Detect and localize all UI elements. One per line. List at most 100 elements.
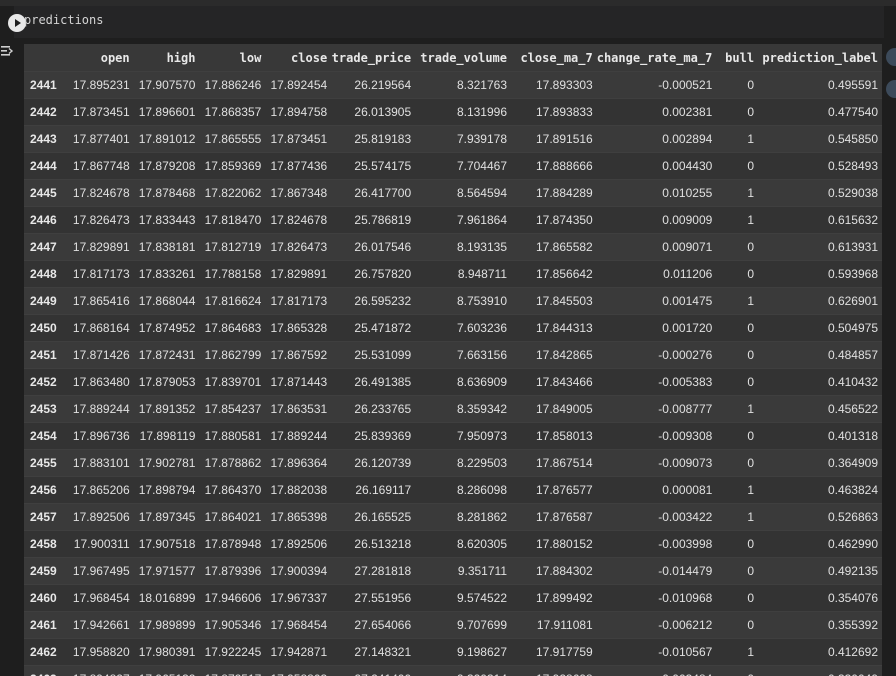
cell-trade-volume: 8.229503 [415,449,511,477]
column-header-open: open [65,44,134,72]
cell-close-ma-7: 17.899492 [511,584,597,612]
cell-open: 17.865206 [65,476,134,504]
row-index: 2460 [24,584,66,612]
cell-trade-volume: 8.753910 [415,287,511,315]
cell-high: 17.891352 [133,395,200,423]
cell-close-ma-7: 17.842865 [511,341,597,369]
row-index: 2443 [24,125,66,153]
cell-high: 17.902781 [133,449,200,477]
cell-trade-volume: 7.939178 [415,125,511,153]
cell-change-rate-ma-7: -0.003484 [596,665,717,676]
cell-open: 17.958820 [65,638,134,666]
cell-trade-volume: 8.281862 [415,503,511,531]
cell-low: 17.878948 [199,530,266,558]
cell-prediction-label: 0.615632 [758,206,882,234]
code-editor[interactable]: predictions [8,6,884,38]
cell-open: 17.868164 [65,314,134,342]
cell-trade-volume: 8.359342 [415,395,511,423]
cell-change-rate-ma-7: -0.009073 [596,449,717,477]
cell-trade-volume: 8.193135 [415,233,511,261]
cell-trade-volume: 8.636909 [415,368,511,396]
cell-trade-volume: 9.351711 [415,557,511,585]
cell-close: 17.867592 [265,341,332,369]
cell-trade-volume: 9.707699 [415,611,511,639]
cell-close: 17.894758 [265,98,332,126]
cell-high: 17.891012 [133,125,200,153]
cell-high: 17.878468 [133,179,200,207]
row-index: 2457 [24,503,66,531]
cell-change-rate-ma-7: -0.009308 [596,422,717,450]
column-header-high: high [133,44,200,72]
cell-prediction-label: 0.462990 [758,530,882,558]
output-dataframe: open high low close trade_price trade_volume c… [24,44,882,676]
cell-low: 17.816624 [199,287,266,315]
cell-low: 17.905346 [199,611,266,639]
cell-close: 17.958803 [265,665,332,676]
cell-trade-volume: 8.286098 [415,476,511,504]
cell-prediction-label: 0.626901 [758,287,882,315]
cell-open: 17.826473 [65,206,134,234]
cell-low: 17.880581 [199,422,266,450]
row-index: 2441 [24,71,66,99]
cell-high: 17.874952 [133,314,200,342]
cell-bull: 0 [716,152,759,180]
table-row: 2441 17.895231 17.907570 17.886246 17.892454… [24,71,882,99]
cell-high: 17.868044 [133,287,200,315]
cell-prediction-label: 0.504975 [758,314,882,342]
column-header-change-rate-ma-7: change_rate_ma_7 [596,44,717,72]
cell-close: 17.873451 [265,125,332,153]
cell-close-ma-7: 17.876577 [511,476,597,504]
cell-bull: 1 [716,503,759,531]
cell-close-ma-7: 17.888666 [511,152,597,180]
side-button[interactable] [886,48,896,66]
cell-change-rate-ma-7: 0.010255 [596,179,717,207]
side-button[interactable] [886,80,896,98]
cell-trade-price: 26.219564 [331,71,416,99]
cell-open: 17.871426 [65,341,134,369]
cell-close: 17.871443 [265,368,332,396]
row-index: 2451 [24,341,66,369]
code-cell[interactable]: predictions [0,6,896,38]
cell-prediction-label: 0.495591 [758,71,882,99]
cell-close: 17.967337 [265,584,332,612]
cell-change-rate-ma-7: -0.000521 [596,71,717,99]
row-index: 2462 [24,638,66,666]
row-index: 2458 [24,530,66,558]
cell-close: 17.882038 [265,476,332,504]
cell-bull: 1 [716,179,759,207]
cell-trade-volume: 8.131996 [415,98,511,126]
cell-bull: 0 [716,611,759,639]
cell-close: 17.817173 [265,287,332,315]
cell-bull: 0 [716,368,759,396]
output-menu-icon[interactable] [0,44,14,58]
cell-prediction-label: 0.545850 [758,125,882,153]
column-header-trade-price: trade_price [331,44,416,72]
cell-high: 17.897345 [133,503,200,531]
cell-low: 17.868357 [199,98,266,126]
cell-open: 17.873451 [65,98,134,126]
cell-prediction-label: 0.401318 [758,422,882,450]
cell-bull: 0 [716,584,759,612]
cell-close: 17.889244 [265,422,332,450]
table-row: 2448 17.817173 17.833261 17.788158 17.829891… [24,260,882,288]
row-index: 2450 [24,314,66,342]
cell-open: 17.900311 [65,530,134,558]
cell-close-ma-7: 17.928698 [511,665,597,676]
cell-change-rate-ma-7: -0.006212 [596,611,717,639]
cell-trade-price: 25.839369 [331,422,416,450]
cell-trade-price: 25.471872 [331,314,416,342]
cell-low: 17.839701 [199,368,266,396]
cell-close-ma-7: 17.856642 [511,260,597,288]
cell-trade-volume: 7.663156 [415,341,511,369]
cell-low: 17.865555 [199,125,266,153]
row-index: 2454 [24,422,66,450]
cell-trade-price: 27.654066 [331,611,416,639]
cell-low: 17.878862 [199,449,266,477]
cell-change-rate-ma-7: -0.010968 [596,584,717,612]
side-action-buttons[interactable] [886,48,896,118]
cell-bull: 1 [716,638,759,666]
cell-low: 17.859369 [199,152,266,180]
cell-trade-volume: 7.961864 [415,206,511,234]
table-row: 2453 17.889244 17.891352 17.854237 17.863531… [24,395,882,423]
cell-low: 17.922245 [199,638,266,666]
